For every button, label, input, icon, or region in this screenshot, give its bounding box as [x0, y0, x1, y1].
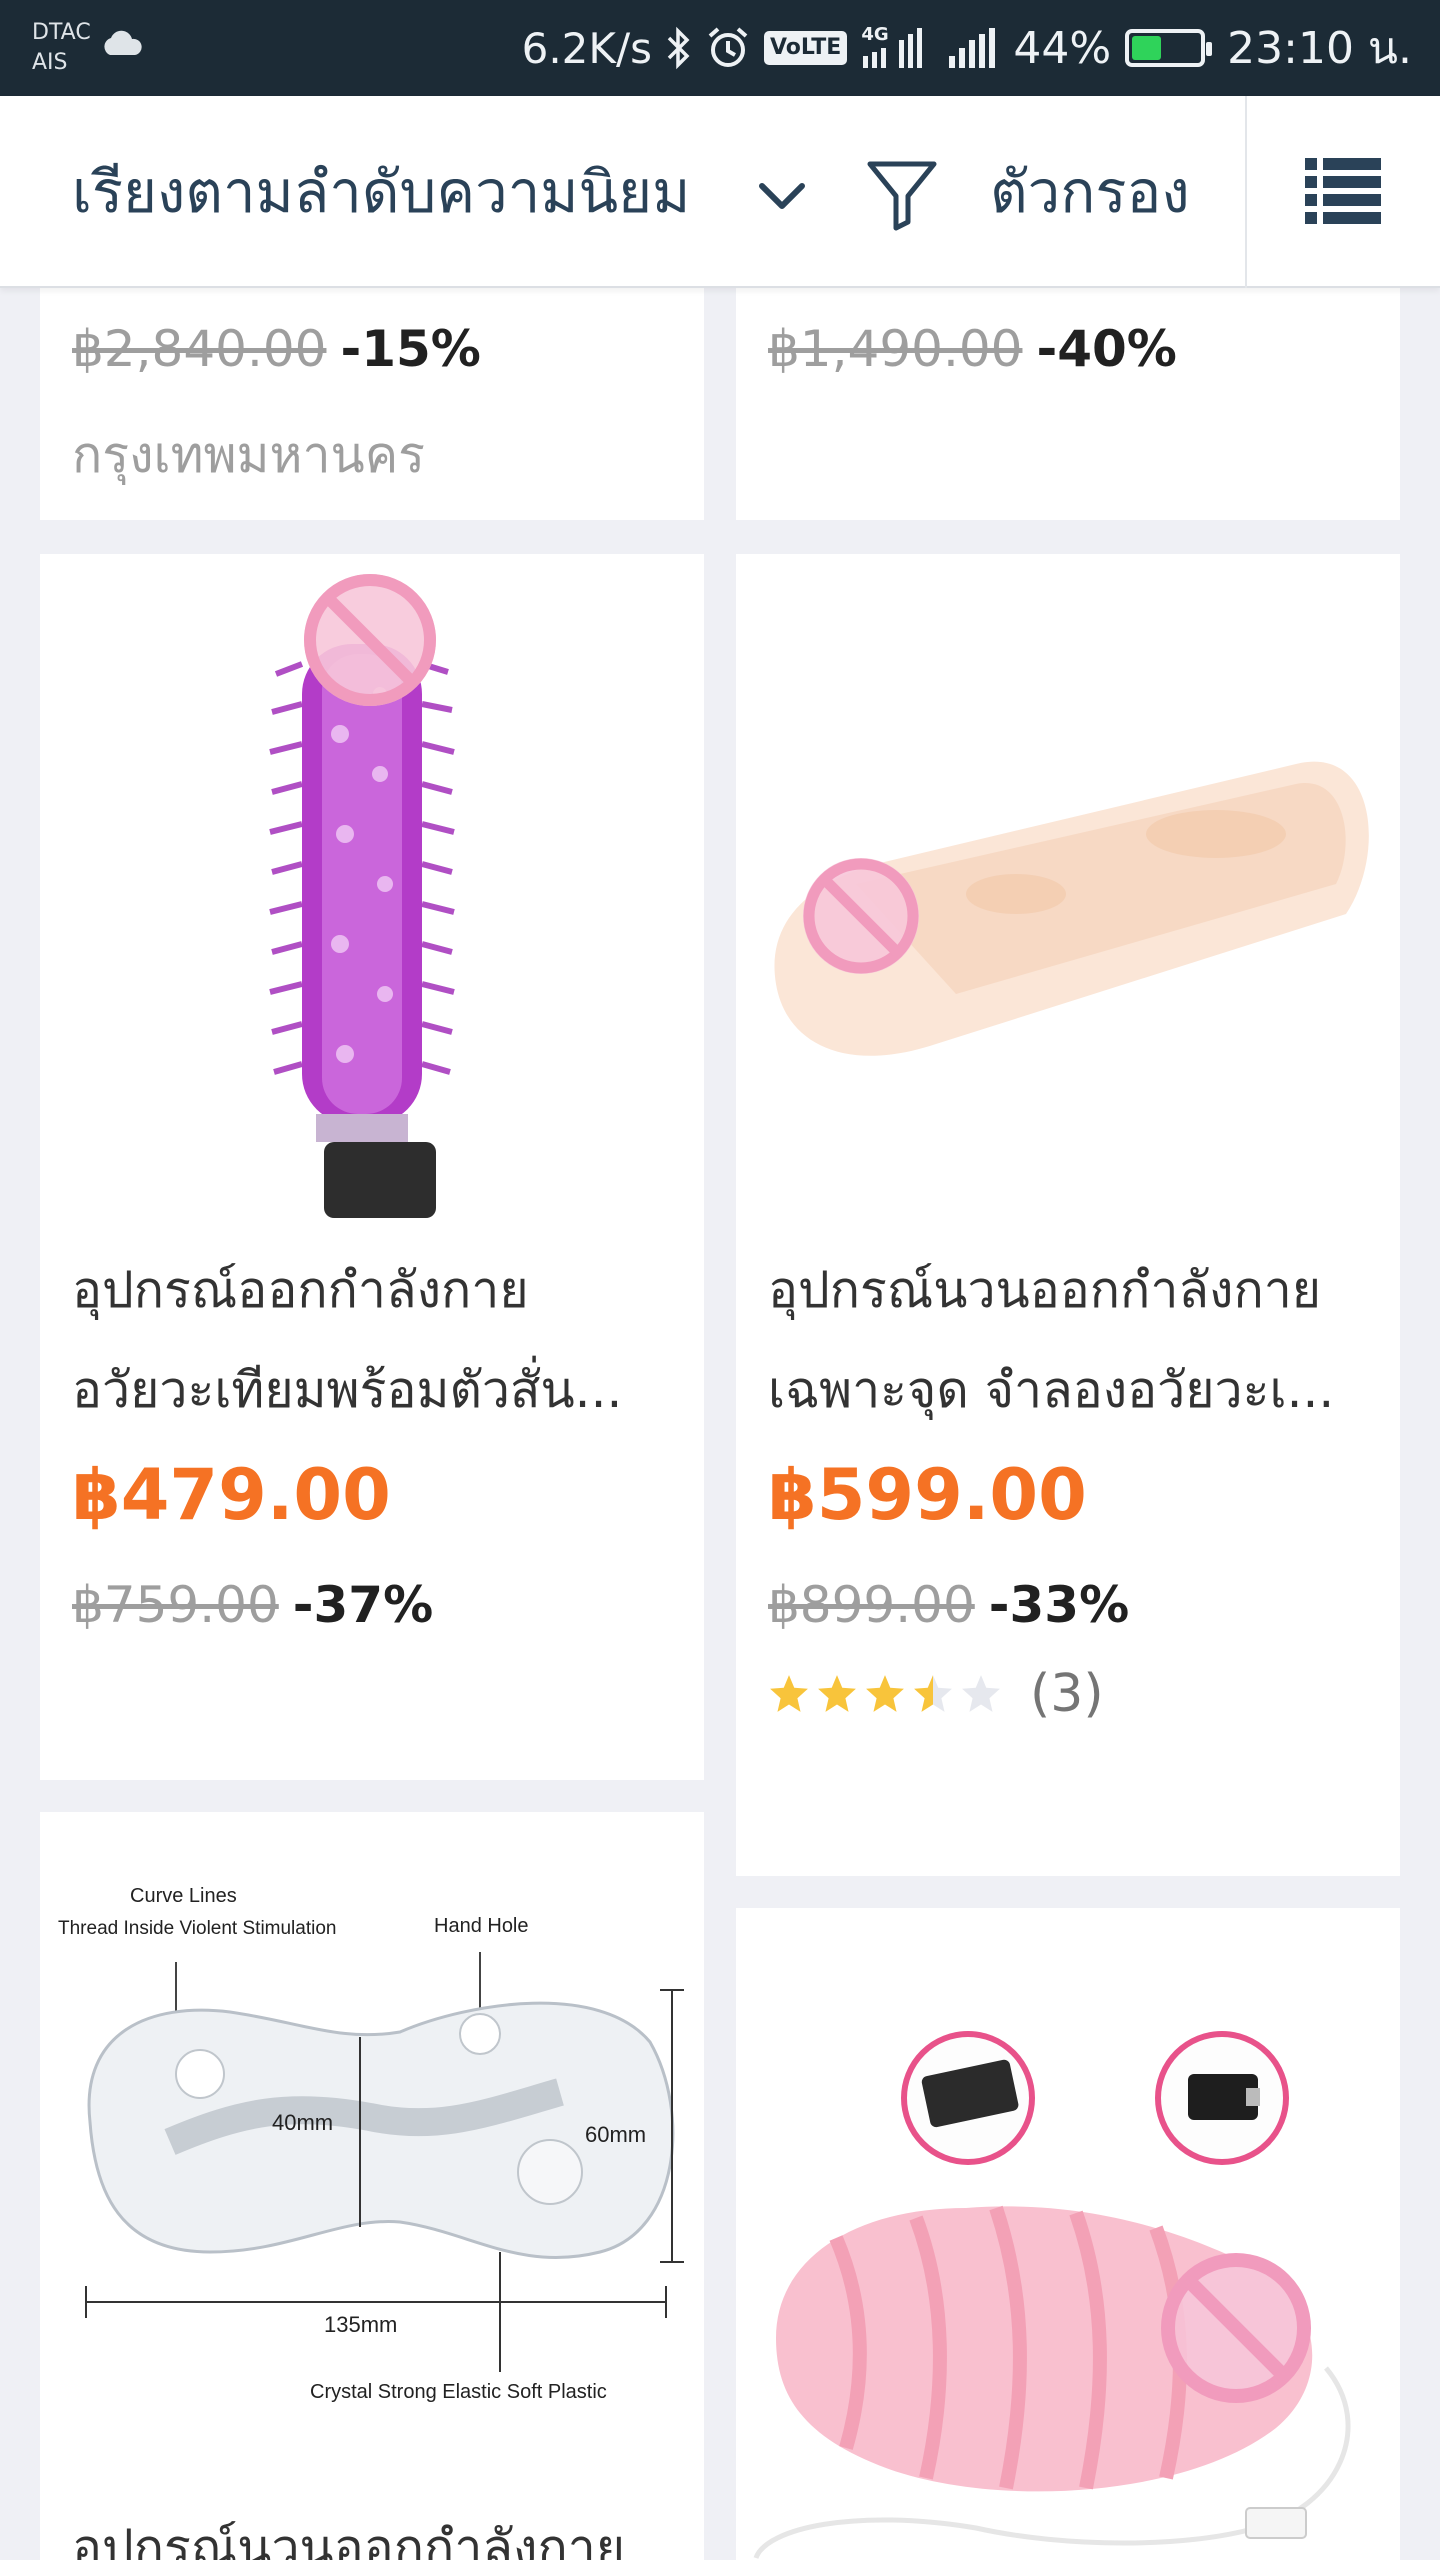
- label-hand: Hand Hole: [434, 1915, 529, 1937]
- star-icon: [770, 1675, 808, 1712]
- title-line-1: อุปกรณ์นวนออกกำลังกาย: [72, 2519, 626, 2560]
- sale-price: ฿479.00: [72, 1454, 391, 1536]
- product-card[interactable]: ฿2,840.00 -15% กรุงเทพมหานคร: [40, 288, 704, 520]
- title-line-1: อุปกรณ์ออกกำลังกาย: [72, 1261, 529, 1319]
- toolbar-divider: [1245, 96, 1247, 288]
- seller-location: กรุงเทพมหานคร: [72, 426, 426, 484]
- list-view-icon[interactable]: [1305, 156, 1381, 226]
- title-line-1: อุปกรณ์นวนออกกำลังกาย: [768, 1261, 1322, 1319]
- price-original-row: ฿759.00 -37%: [72, 1576, 433, 1634]
- net-type: 4G: [861, 24, 889, 45]
- label-60mm: 60mm: [585, 2122, 646, 2147]
- chevron-down-icon[interactable]: [752, 166, 812, 226]
- carrier-1: DTAC: [32, 20, 91, 45]
- title-line-2: เฉพาะจุด จำลองอวัยวะเ...: [768, 1361, 1335, 1419]
- price-original-row: ฿1,490.00 -40%: [768, 320, 1177, 378]
- clock: 23:10 น.: [1227, 23, 1412, 74]
- sale-price: ฿599.00: [768, 1454, 1087, 1536]
- signal-bars-2-icon: [949, 28, 996, 68]
- star-empty-icon: [962, 1675, 1000, 1712]
- sort-dropdown[interactable]: เรียงตามลำดับความนิยม: [72, 96, 690, 288]
- label-material: Crystal Strong Elastic Soft Plastic: [310, 2381, 607, 2403]
- original-price: ฿899.00: [768, 1576, 975, 1634]
- battery-percent: 44%: [1013, 22, 1112, 74]
- rating-stars: (3): [768, 1664, 1104, 1724]
- label-135mm: 135mm: [324, 2312, 397, 2337]
- original-price: ฿759.00: [72, 1576, 279, 1634]
- price-original-row: ฿899.00 -33%: [768, 1576, 1129, 1634]
- discount-badge: -37%: [292, 1576, 434, 1634]
- product-card[interactable]: Curve Lines Thread Inside Violent Stimul…: [40, 1812, 704, 2560]
- label-curve: Curve Lines: [130, 1885, 237, 1907]
- mobile-signal-1: 4G: [861, 26, 933, 70]
- label-40mm: 40mm: [272, 2110, 333, 2135]
- star-icon: [866, 1675, 904, 1712]
- discount-badge: -40%: [1036, 320, 1177, 378]
- product-card[interactable]: อุปกรณ์ออกกำลังกาย อวัยวะเทียมพร้อมตัวสั…: [40, 554, 704, 1780]
- product-title[interactable]: อุปกรณ์นวนออกกำลังกาย เฉพาะจุด จำลองอวัย…: [768, 1240, 1376, 1440]
- product-card[interactable]: ฿1,490.00 -40%: [736, 288, 1400, 520]
- status-bar: DTAC AIS 6.2K/s VoLTE 4G 44% 23:10 น.: [0, 0, 1440, 96]
- product-title[interactable]: อุปกรณ์นวนออกกำลังกาย: [72, 2498, 680, 2560]
- product-card[interactable]: [736, 1908, 1400, 2560]
- sort-filter-bar: เรียงตามลำดับความนิยม ตัวกรอง: [0, 96, 1440, 288]
- star-half-icon: [914, 1675, 952, 1712]
- filter-icon[interactable]: [864, 156, 940, 232]
- product-image[interactable]: [40, 554, 704, 1218]
- original-price: ฿2,840.00: [72, 320, 327, 378]
- carrier-names: DTAC AIS: [32, 18, 91, 78]
- review-count: (3): [1030, 1664, 1104, 1724]
- product-image[interactable]: [736, 554, 1400, 1218]
- battery-icon: [1125, 29, 1213, 67]
- filter-button[interactable]: ตัวกรอง: [990, 96, 1190, 288]
- alarm-icon: [708, 27, 748, 67]
- carrier-2: AIS: [32, 50, 68, 75]
- label-thread: Thread Inside Violent Stimulation: [58, 1918, 336, 1939]
- star-icon: [818, 1675, 856, 1712]
- volte-badge: VoLTE: [763, 31, 848, 65]
- bluetooth-icon: [667, 26, 690, 70]
- discount-badge: -15%: [340, 320, 481, 378]
- title-line-2: อวัยวะเทียมพร้อมตัวสั่น...: [72, 1361, 623, 1419]
- status-icons: 6.2K/s VoLTE 4G 44% 23:10 น.: [522, 0, 1412, 96]
- original-price: ฿1,490.00: [768, 320, 1023, 378]
- product-card[interactable]: อุปกรณ์นวนออกกำลังกาย เฉพาะจุด จำลองอวัย…: [736, 554, 1400, 1876]
- battery-fill: [1132, 36, 1162, 60]
- net-speed: 6.2K/s: [521, 23, 652, 73]
- product-title[interactable]: อุปกรณ์ออกกำลังกาย อวัยวะเทียมพร้อมตัวสั…: [72, 1240, 680, 1440]
- discount-badge: -33%: [988, 1576, 1130, 1634]
- product-image[interactable]: Curve Lines Thread Inside Violent Stimul…: [40, 1812, 704, 2476]
- price-original-row: ฿2,840.00 -15%: [72, 320, 481, 378]
- cloud-icon: [104, 30, 142, 55]
- product-image[interactable]: [736, 1908, 1400, 2560]
